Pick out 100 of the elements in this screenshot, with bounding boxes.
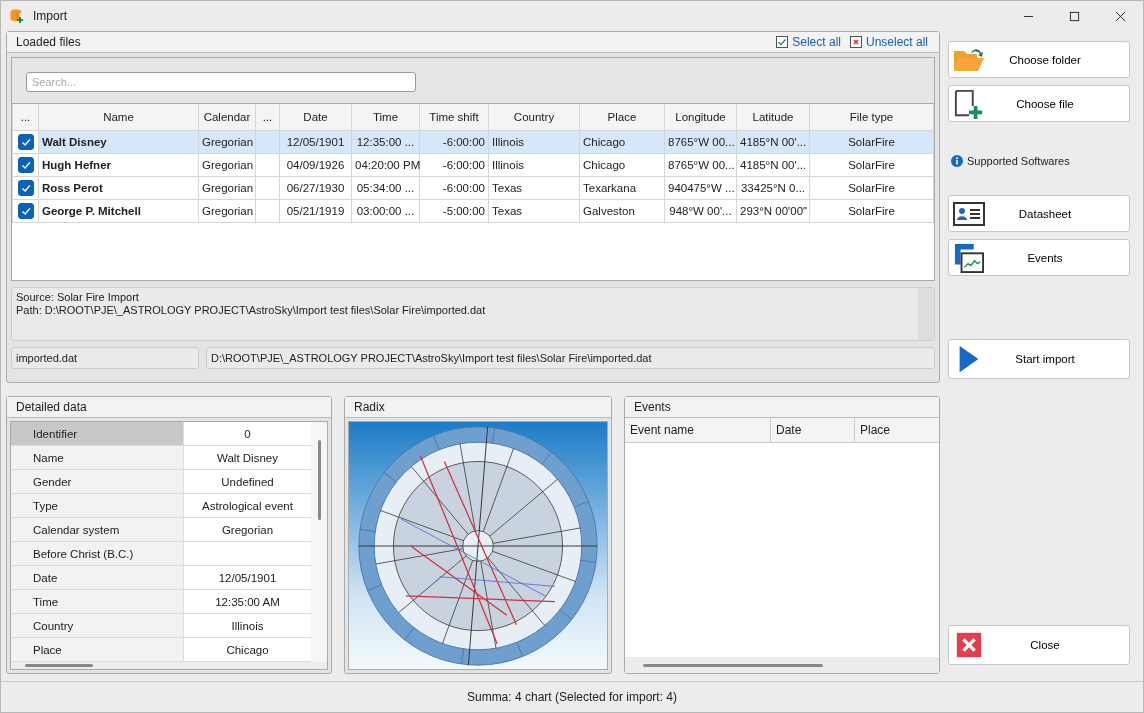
table-cell: 04:20:00 PM: [351, 153, 420, 177]
table-cell: Ross Perot: [38, 176, 199, 200]
scrollbar-thumb[interactable]: [317, 440, 321, 520]
property-value: Illinois: [231, 619, 264, 632]
table-cell: 04/09/1926: [279, 153, 352, 177]
checkmark-icon: [776, 36, 789, 48]
table-cell: George P. Mitchell: [38, 199, 199, 223]
property-label: Gender: [11, 470, 184, 493]
start-button[interactable]: Start import: [948, 339, 1130, 379]
table-cell: 05:34:00 ...: [351, 176, 420, 200]
property-label: Identifier: [11, 422, 184, 445]
table-cell: SolarFire: [809, 153, 934, 177]
property-label: Type: [11, 494, 184, 517]
table-cell: Walt Disney: [38, 130, 199, 154]
panel-title: Loaded files: [16, 35, 81, 49]
column-header[interactable]: ...: [255, 104, 280, 131]
column-header[interactable]: Date: [279, 104, 352, 131]
file-name-field: imported.dat: [11, 347, 199, 369]
table-cell: Gregorian: [198, 153, 256, 177]
property-value: Gregorian: [221, 523, 274, 536]
property-value: Chicago: [226, 643, 269, 656]
status-text: Summa: 4 chart (Selected for import: 4): [466, 690, 678, 704]
column-header[interactable]: Time shift: [419, 104, 489, 131]
file-path-field: D:\ROOT\PJE\_ASTROLOGY PROJECT\AstroSky\Import test files\Solar Fire\imported.dat: [206, 347, 935, 369]
column-header[interactable]: Country: [488, 104, 580, 131]
table-cell: 06/27/1930: [279, 176, 352, 200]
panel-title: Radix: [354, 400, 385, 414]
source-info-line: Source: Solar Fire Import: [16, 291, 140, 304]
column-header[interactable]: Calendar: [198, 104, 256, 131]
property-label: Time: [11, 590, 184, 613]
property-value: Walt Disney: [217, 451, 278, 464]
table-cell: -6:00:00: [419, 176, 489, 200]
file-button[interactable]: Choose file: [948, 85, 1130, 122]
unselect-all-link[interactable]: Unselect all: [865, 35, 928, 49]
search-field[interactable]: Search...: [26, 72, 416, 92]
table-cell: -6:00:00: [419, 153, 489, 177]
checkbox[interactable]: [17, 157, 34, 173]
checkbox[interactable]: [17, 203, 34, 219]
column-header[interactable]: Name: [38, 104, 199, 131]
table-cell: 293°N 00'00": [736, 199, 810, 223]
property-label: Before Christ (B.C.): [11, 542, 184, 565]
column-header[interactable]: Latitude: [736, 104, 810, 131]
folder-button[interactable]: Choose folder: [948, 41, 1130, 78]
add-file-icon: [953, 88, 985, 119]
table-cell: SolarFire: [809, 130, 934, 154]
table-cell: 8765°W 00...: [664, 153, 737, 177]
datasheet-button[interactable]: Datasheet: [948, 195, 1130, 232]
table-cell: Gregorian: [198, 199, 256, 223]
scrollbar-thumb[interactable]: [643, 663, 823, 667]
property-label: Place: [11, 638, 184, 661]
scrollbar-thumb[interactable]: [25, 664, 93, 667]
panel-title: Detailed data: [16, 400, 87, 414]
property-value: 12/05/1901: [218, 571, 277, 584]
table-cell: Texas: [488, 176, 580, 200]
property-value: Undefined: [221, 475, 274, 488]
column-header[interactable]: Date: [771, 418, 855, 442]
source-info-line: Path: D:\ROOT\PJE\_ASTROLOGY PROJECT\AstroSky\Import test files\Solar Fire\imported.dat: [16, 304, 487, 317]
table-cell: 05/21/1919: [279, 199, 352, 223]
info-icon: [951, 155, 963, 167]
property-value: 0: [244, 427, 251, 440]
table-cell: Hugh Hefner: [38, 153, 199, 177]
table-cell: 4185°N 00'...: [736, 153, 810, 177]
maximize-icon[interactable]: [1069, 10, 1080, 22]
table-cell: 03:00:00 ...: [351, 199, 420, 223]
property-label: Name: [11, 446, 184, 469]
chart-windows-icon: [953, 242, 985, 273]
window-title: Import: [33, 9, 67, 23]
column-header[interactable]: Place: [579, 104, 665, 131]
column-header[interactable]: ...: [12, 104, 39, 131]
table-cell: Gregorian: [198, 176, 256, 200]
select-all-link[interactable]: Select all: [792, 35, 841, 49]
table-cell: Texarkana: [579, 176, 665, 200]
column-header[interactable]: Time: [351, 104, 420, 131]
table-cell: Texas: [488, 199, 580, 223]
events-button[interactable]: Events: [948, 239, 1130, 276]
table-cell: 33425°N 0...: [736, 176, 810, 200]
checkbox[interactable]: [17, 134, 34, 150]
scrollbar-track[interactable]: [918, 288, 934, 340]
table-cell: Galveston: [579, 199, 665, 223]
database-add-icon: [9, 8, 25, 24]
column-header[interactable]: Longitude: [664, 104, 737, 131]
table-cell: Illinois: [488, 153, 580, 177]
property-label: Calendar system: [11, 518, 184, 541]
table-cell: SolarFire: [809, 199, 934, 223]
column-header[interactable]: File type: [809, 104, 934, 131]
table-cell: 940475°W ...: [664, 176, 737, 200]
column-header[interactable]: Place: [855, 418, 939, 442]
cross-icon: [849, 36, 862, 48]
close-icon[interactable]: [1115, 10, 1126, 22]
column-header[interactable]: Event name: [625, 418, 771, 442]
checkbox[interactable]: [17, 180, 34, 196]
table-cell: -5:00:00: [419, 199, 489, 223]
property-label: Country: [11, 614, 184, 637]
table-cell: SolarFire: [809, 176, 934, 200]
property-label: Date: [11, 566, 184, 589]
supported-softwares-link[interactable]: Supported Softwares: [967, 155, 1070, 167]
panel-title: Events: [634, 400, 671, 414]
table-cell: Chicago: [579, 153, 665, 177]
close-button[interactable]: Close: [948, 625, 1130, 665]
property-value: 12:35:00 AM: [215, 595, 280, 608]
